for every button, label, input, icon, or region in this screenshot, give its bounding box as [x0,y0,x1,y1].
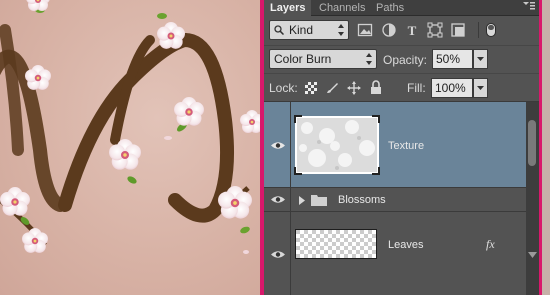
chevron-down-icon [477,86,484,90]
filter-toggle-switch[interactable] [486,23,496,37]
blend-mode-value: Color Burn [274,52,332,66]
layers-panel: Layers Channels Paths Kind T Color Burn … [264,0,539,295]
lock-position-icon[interactable] [347,81,361,95]
fill-slider-button[interactable] [473,78,488,98]
svg-text:T: T [408,23,417,38]
lock-transparent-pixels-icon[interactable] [305,82,317,94]
opacity-input[interactable]: 50% [432,49,473,69]
layer-filter-row: Kind T [264,16,539,46]
visibility-toggle[interactable] [264,188,291,211]
eye-icon [271,142,285,149]
tab-channels[interactable]: Channels [313,0,371,16]
layer-thumbnail [295,229,377,259]
layers-scrollbar[interactable] [526,102,539,295]
scroll-down-icon[interactable] [528,252,537,258]
panel-tab-bar: Layers Channels Paths [264,0,539,16]
shape-filter-icon[interactable] [427,22,443,38]
layer-name: Texture [388,140,425,152]
opacity-label: Opacity: [383,53,428,67]
image-filter-icon[interactable] [357,22,373,38]
document-canvas[interactable] [0,0,262,295]
layer-row-texture[interactable]: Texture [264,102,526,188]
scrollbar-thumb[interactable] [528,120,536,166]
smart-object-filter-icon[interactable] [450,22,466,38]
filter-kind-select[interactable]: Kind [269,20,349,40]
right-edge-border [539,0,550,295]
fill-label: Fill: [407,81,426,95]
fx-icon[interactable]: fx [486,237,495,252]
lock-row: Lock: Fill: 100% [264,74,539,102]
lock-all-icon[interactable] [370,80,382,95]
stepper-arrows-icon [338,24,344,36]
layer-thumbnail [294,115,380,175]
layer-row-blossoms[interactable]: Blossoms [264,188,526,212]
layer-row-leaves[interactable]: Leaves fx [264,212,526,295]
visibility-toggle[interactable] [264,212,291,295]
transparent-thumbnail-image [296,230,376,258]
stepper-arrows-icon [366,53,372,65]
artwork [0,0,262,254]
eye-icon [271,196,285,203]
layer-name: Blossoms [338,194,386,206]
panel-menu-icon[interactable] [523,2,535,12]
folder-icon [311,195,327,206]
tab-paths[interactable]: Paths [370,0,410,16]
type-filter-icon[interactable]: T [404,22,420,38]
eye-icon [271,251,285,258]
expand-triangle-icon[interactable] [299,196,305,205]
tab-layers[interactable]: Layers [264,0,312,16]
chevron-down-icon [477,57,484,61]
blend-row: Color Burn Opacity: 50% [264,46,539,74]
layers-list: Texture Blossoms Leaves fx [264,102,539,295]
layer-name: Leaves [388,239,424,251]
opacity-slider-button[interactable] [473,49,488,69]
fill-input[interactable]: 100% [431,78,473,98]
search-icon [274,25,284,35]
visibility-toggle[interactable] [264,102,291,187]
filter-kind-label: Kind [289,23,314,37]
adjustment-filter-icon[interactable] [381,22,397,38]
lock-label: Lock: [269,81,298,95]
lock-image-pixels-icon[interactable] [325,81,339,95]
blend-mode-select[interactable]: Color Burn [269,49,377,69]
texture-thumbnail-image [297,118,377,172]
